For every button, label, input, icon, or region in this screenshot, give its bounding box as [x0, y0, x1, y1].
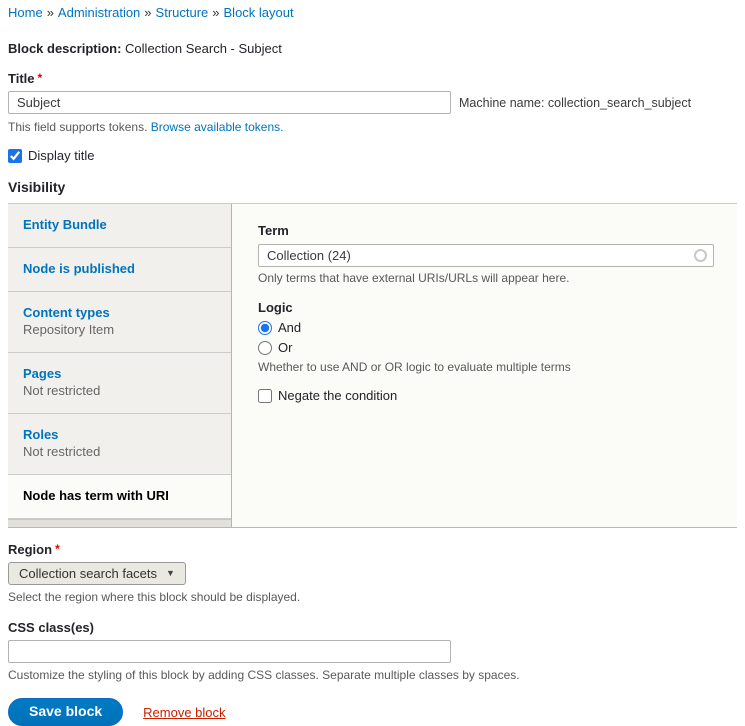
title-input[interactable]	[8, 91, 451, 114]
display-title-checkbox[interactable]	[8, 149, 22, 163]
breadcrumb-structure-link[interactable]: Structure	[156, 5, 209, 20]
save-block-button[interactable]: Save block	[8, 698, 123, 726]
display-title-label: Display title	[28, 148, 94, 163]
title-description: This field supports tokens.	[8, 120, 147, 134]
negate-row: Negate the condition	[258, 388, 714, 403]
breadcrumb-administration-link[interactable]: Administration	[58, 5, 140, 20]
block-description-value: Collection Search - Subject	[125, 41, 282, 56]
tab-entity-bundle[interactable]: Entity Bundle	[8, 204, 231, 248]
required-marker: *	[38, 71, 43, 85]
term-label: Term	[258, 223, 714, 239]
tab-label: Content types	[23, 305, 216, 320]
tab-summary: Repository Item	[23, 323, 216, 337]
tab-partial-next[interactable]	[8, 519, 231, 527]
logic-or-radio[interactable]	[258, 341, 272, 355]
tab-pages[interactable]: Pages Not restricted	[8, 353, 231, 414]
form-actions: Save block Remove block	[8, 698, 737, 726]
display-title-row: Display title	[8, 148, 737, 163]
logic-and-row: And	[258, 320, 714, 336]
block-configure-page: Home»Administration»Structure»Block layo…	[0, 0, 745, 726]
breadcrumb-separator: »	[144, 5, 151, 20]
tab-roles[interactable]: Roles Not restricted	[8, 414, 231, 475]
logic-label: Logic	[258, 300, 714, 316]
machine-name-text: Machine name: collection_search_subject	[459, 96, 691, 110]
css-classes-description: Customize the styling of this block by a…	[8, 668, 737, 683]
tab-node-has-term-with-uri[interactable]: Node has term with URI	[8, 475, 231, 519]
logic-and-radio[interactable]	[258, 321, 272, 335]
region-select-value: Collection search facets	[19, 566, 157, 581]
breadcrumb-home-link[interactable]: Home	[8, 5, 43, 20]
breadcrumb-separator: »	[47, 5, 54, 20]
visibility-tabs-menu: Entity Bundle Node is published Content …	[8, 204, 232, 527]
visibility-vertical-tabs: Entity Bundle Node is published Content …	[8, 203, 737, 528]
breadcrumb-block-layout-link[interactable]: Block layout	[224, 5, 294, 20]
region-label: Region	[8, 542, 52, 558]
region-select[interactable]: Collection search facets ▼	[8, 562, 186, 585]
tab-summary: Not restricted	[23, 384, 216, 398]
tab-label: Entity Bundle	[23, 217, 216, 232]
breadcrumb-separator: »	[212, 5, 219, 20]
negate-condition-checkbox[interactable]	[258, 389, 272, 403]
logic-or-row: Or	[258, 340, 714, 356]
breadcrumb: Home»Administration»Structure»Block layo…	[8, 5, 737, 21]
region-description: Select the region where this block shoul…	[8, 590, 737, 605]
tab-node-is-published[interactable]: Node is published	[8, 248, 231, 292]
tab-label: Roles	[23, 427, 216, 442]
term-autocomplete-input[interactable]	[258, 244, 714, 267]
block-description: Block description: Collection Search - S…	[8, 41, 737, 56]
block-description-label: Block description:	[8, 41, 121, 56]
browse-tokens-link[interactable]: Browse available tokens.	[151, 120, 284, 134]
css-classes-input[interactable]	[8, 640, 451, 663]
remove-block-link[interactable]: Remove block	[143, 705, 225, 720]
logic-description: Whether to use AND or OR logic to evalua…	[258, 360, 714, 375]
required-marker: *	[55, 542, 60, 556]
term-description: Only terms that have external URIs/URLs …	[258, 271, 714, 286]
logic-or-label: Or	[278, 340, 292, 356]
tab-summary: Not restricted	[23, 445, 216, 459]
css-classes-label: CSS class(es)	[8, 620, 94, 636]
chevron-down-icon: ▼	[166, 568, 175, 578]
tab-label: Node has term with URI	[23, 488, 216, 503]
negate-condition-label: Negate the condition	[278, 388, 397, 403]
node-has-term-with-uri-pane: Term Only terms that have external URIs/…	[232, 204, 739, 527]
visibility-heading: Visibility	[8, 179, 737, 196]
autocomplete-throbber-icon	[694, 249, 707, 262]
tab-label: Pages	[23, 366, 216, 381]
tab-label: Node is published	[23, 261, 216, 276]
title-label: Title	[8, 71, 35, 87]
logic-and-label: And	[278, 320, 301, 336]
tab-content-types[interactable]: Content types Repository Item	[8, 292, 231, 353]
block-configure-form: Title* Machine name: collection_search_s…	[8, 71, 737, 726]
